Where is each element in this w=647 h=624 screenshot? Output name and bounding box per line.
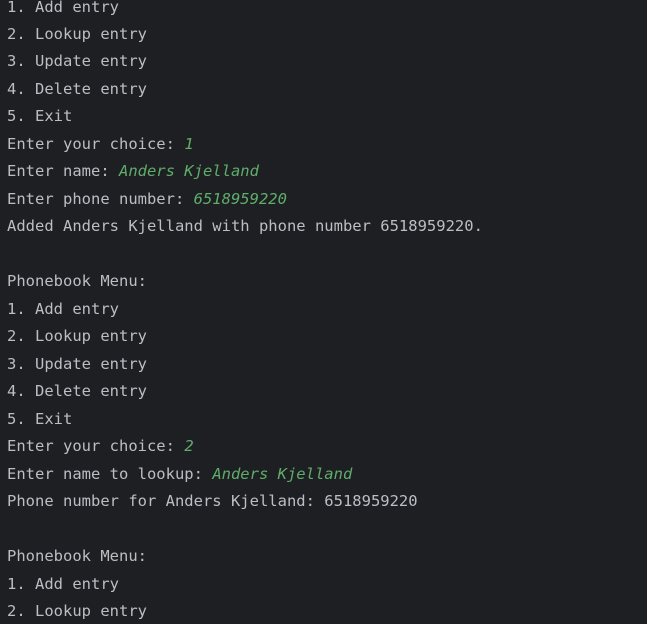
output-text: 4. Delete entry	[7, 382, 147, 400]
prompt-text: Enter your choice:	[7, 135, 185, 153]
console-line: 2. Lookup entry	[7, 598, 147, 624]
console-line: Phone number for Anders Kjelland: 651895…	[7, 488, 418, 516]
output-text: 5. Exit	[7, 410, 73, 428]
output-text: 1. Add entry	[7, 575, 119, 593]
output-text: 2. Lookup entry	[7, 327, 147, 345]
prompt-text: Enter name to lookup:	[7, 465, 213, 483]
console-prompt-line: Enter name to lookup: Anders Kjelland	[7, 461, 352, 489]
console-line: 5. Exit	[7, 103, 72, 131]
output-text: 2. Lookup entry	[7, 602, 147, 620]
console-prompt-line: Enter your choice: 2	[7, 433, 194, 461]
output-text: 3. Update entry	[7, 52, 147, 70]
output-text: 3. Update entry	[7, 355, 147, 373]
console-line: 4. Delete entry	[7, 378, 147, 406]
output-text: Phonebook Menu:	[7, 547, 147, 565]
user-input: 2	[184, 437, 194, 455]
console-line: 3. Update entry	[7, 351, 147, 379]
console-line: 4. Delete entry	[7, 76, 147, 104]
console-prompt-line: Enter name: Anders Kjelland	[7, 158, 259, 186]
console-line: Phonebook Menu:	[7, 543, 147, 571]
output-text: 5. Exit	[7, 107, 73, 125]
prompt-text: Enter your choice:	[7, 437, 185, 455]
console-line: 1. Add entry	[7, 571, 119, 599]
console-line: 3. Update entry	[7, 48, 147, 76]
console-output[interactable]: 1. Add entry 2. Lookup entry 3. Update e…	[0, 0, 647, 624]
output-text: 2. Lookup entry	[7, 25, 147, 43]
console-prompt-line: Enter your choice: 1	[7, 131, 194, 159]
console-prompt-line: Enter phone number: 6518959220	[7, 186, 287, 214]
output-text: 1. Add entry	[7, 300, 119, 318]
console-line: 5. Exit	[7, 406, 72, 434]
user-input: 1	[184, 135, 194, 153]
console-line: 2. Lookup entry	[7, 323, 147, 351]
output-text: Phonebook Menu:	[7, 272, 147, 290]
prompt-text: Enter name:	[7, 162, 119, 180]
user-input: Anders Kjelland	[118, 162, 259, 180]
console-line: Added Anders Kjelland with phone number …	[7, 213, 483, 241]
user-input: 6518959220	[193, 190, 287, 208]
console-line: 1. Add entry	[7, 0, 119, 22]
console-line: 2. Lookup entry	[7, 21, 147, 49]
output-text: Added Anders Kjelland with phone number …	[7, 217, 483, 235]
console-line: Phonebook Menu:	[7, 268, 147, 296]
prompt-text: Enter phone number:	[7, 190, 194, 208]
output-text: 1. Add entry	[7, 0, 119, 16]
user-input: Anders Kjelland	[212, 465, 353, 483]
output-text: 4. Delete entry	[7, 80, 147, 98]
console-line: 1. Add entry	[7, 296, 119, 324]
output-text: Phone number for Anders Kjelland: 651895…	[7, 492, 418, 510]
